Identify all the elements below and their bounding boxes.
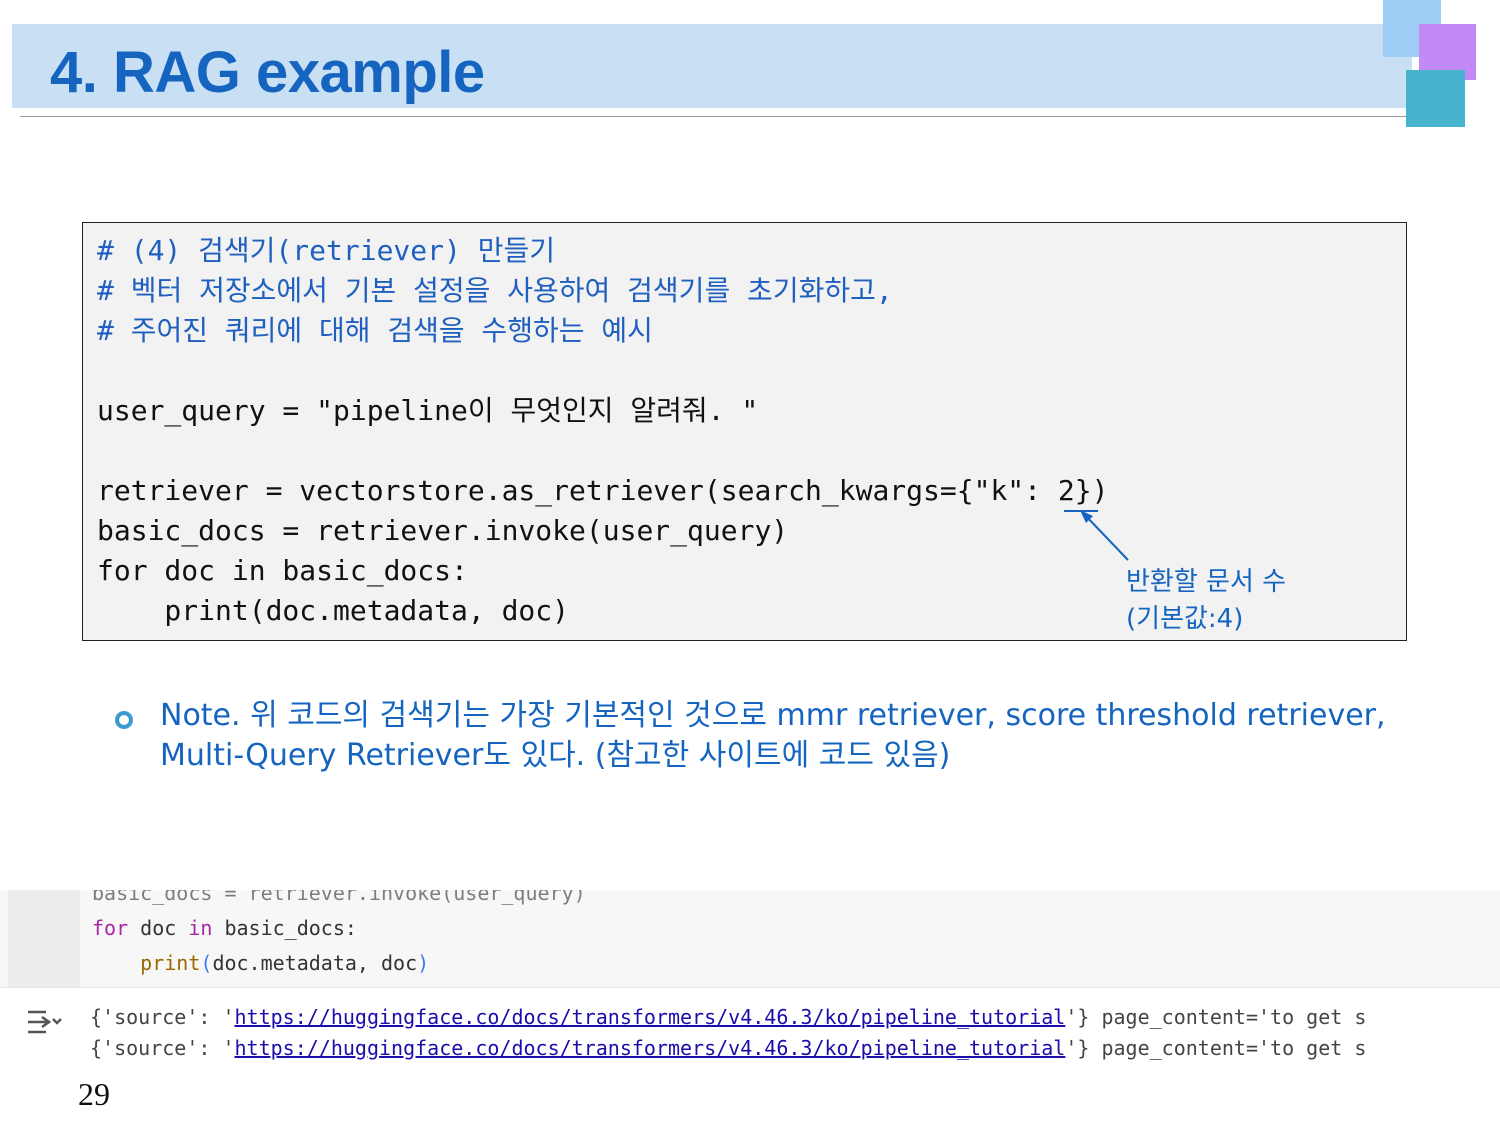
- source-link[interactable]: https://huggingface.co/docs/transformers…: [235, 1036, 1066, 1060]
- notebook-output-text: {'source': 'https://huggingface.co/docs/…: [90, 1002, 1366, 1064]
- code-args: doc.metadata, doc: [212, 951, 418, 975]
- output-prefix: {'source': ': [90, 1036, 235, 1060]
- code-token: basic_docs:: [212, 916, 357, 940]
- paren-open: (: [200, 951, 213, 975]
- bullet-icon: [115, 711, 133, 729]
- notebook-cut-line: basic_docs = retriever.invoke(user_query…: [92, 890, 586, 905]
- annotation-line: 반환할 문서 수: [1126, 567, 1287, 597]
- code-token: doc: [128, 916, 189, 940]
- code-line: retriever = vectorstore.as_retriever(sea…: [97, 474, 1109, 507]
- annotation-line: (기본값:4): [1126, 604, 1244, 634]
- code-line: # 벡터 저장소에서 기본 설정을 사용하여 검색기를 초기화하고,: [97, 274, 893, 307]
- code-content: # (4) 검색기(retriever) 만들기 # 벡터 저장소에서 기본 설정…: [97, 231, 1108, 631]
- code-line: user_query = "pipeline이 무엇인지 알려줘. ": [97, 394, 759, 427]
- annotation-text: 반환할 문서 수 (기본값:4): [1126, 564, 1286, 638]
- code-line: # (4) 검색기(retriever) 만들기: [97, 234, 555, 267]
- output-toggle-icon[interactable]: [24, 1004, 64, 1040]
- code-line: for doc in basic_docs:: [97, 554, 468, 587]
- function-print: print: [140, 951, 201, 975]
- notebook-cell-gutter: [8, 890, 80, 987]
- code-line: # 주어진 쿼리에 대해 검색을 수행하는 예시: [97, 314, 653, 347]
- keyword-for: for: [92, 916, 129, 940]
- code-line: print(doc.metadata, doc): [97, 594, 570, 627]
- code-line: basic_docs = retriever.invoke(user_query…: [97, 514, 789, 547]
- notebook-code: basic_docs = retriever.invoke(user_query…: [92, 890, 586, 981]
- keyword-in: in: [188, 916, 213, 940]
- notebook-screenshot: basic_docs = retriever.invoke(user_query…: [0, 890, 1500, 1076]
- title-divider: [20, 116, 1410, 117]
- paren-close: ): [417, 951, 430, 975]
- output-prefix: {'source': ': [90, 1005, 235, 1029]
- slide-title: 4. RAG example: [50, 40, 485, 105]
- note-text: Note. 위 코드의 검색기는 가장 기본적인 것으로 mmr retriev…: [160, 698, 1386, 773]
- page-number: 29: [78, 1076, 110, 1112]
- decorative-square-teal: [1406, 70, 1465, 127]
- output-suffix: '} page_content='to get s: [1065, 1036, 1367, 1060]
- source-link[interactable]: https://huggingface.co/docs/transformers…: [235, 1005, 1066, 1029]
- output-suffix: '} page_content='to get s: [1065, 1005, 1367, 1029]
